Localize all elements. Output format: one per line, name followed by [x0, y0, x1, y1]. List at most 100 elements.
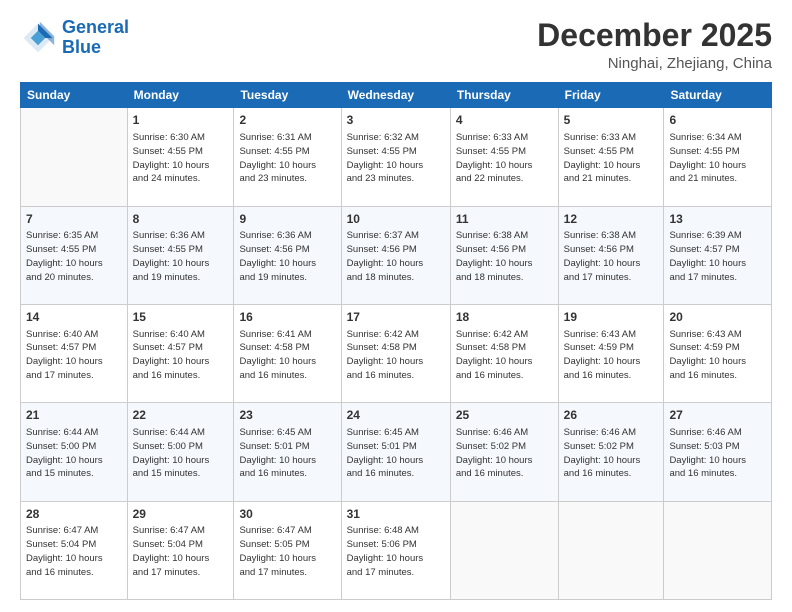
day-info: Sunrise: 6:36 AM Sunset: 4:56 PM Dayligh… — [239, 229, 335, 284]
calendar-cell: 3 Sunrise: 6:32 AM Sunset: 4:55 PM Daylig… — [341, 108, 450, 206]
calendar-cell: 13Sunrise: 6:39 AM Sunset: 4:57 PM Dayli… — [664, 206, 772, 304]
day-info: Sunrise: 6:48 AM Sunset: 5:06 PM Dayligh… — [347, 524, 445, 579]
calendar-cell: 6 Sunrise: 6:34 AM Sunset: 4:55 PM Daylig… — [664, 108, 772, 206]
day-number: 10 — [347, 211, 445, 228]
day-number: 14 — [26, 309, 122, 326]
day-info: Sunrise: 6:44 AM Sunset: 5:00 PM Dayligh… — [26, 426, 122, 481]
day-number: 23 — [239, 407, 335, 424]
weekday-header-sunday: Sunday — [21, 83, 128, 108]
day-info: Sunrise: 6:38 AM Sunset: 4:56 PM Dayligh… — [456, 229, 553, 284]
calendar-cell: 24 Sunrise: 6:45 AM Sunset: 5:01 PM Dayli… — [341, 403, 450, 501]
calendar-cell: 20 Sunrise: 6:43 AM Sunset: 4:59 PM Dayli… — [664, 304, 772, 402]
weekday-header-saturday: Saturday — [664, 83, 772, 108]
calendar-cell: 18Sunrise: 6:42 AM Sunset: 4:58 PM Dayli… — [450, 304, 558, 402]
calendar-cell: 1 Sunrise: 6:30 AM Sunset: 4:55 PM Daylig… — [127, 108, 234, 206]
day-number: 4 — [456, 112, 553, 129]
day-number: 2 — [239, 112, 335, 129]
calendar-cell: 2 Sunrise: 6:31 AM Sunset: 4:55 PM Daylig… — [234, 108, 341, 206]
calendar-cell: 4 Sunrise: 6:33 AM Sunset: 4:55 PM Daylig… — [450, 108, 558, 206]
day-info: Sunrise: 6:36 AM Sunset: 4:55 PM Dayligh… — [133, 229, 229, 284]
day-number: 31 — [347, 506, 445, 523]
day-number: 5 — [564, 112, 659, 129]
calendar-cell: 23 Sunrise: 6:45 AM Sunset: 5:01 PM Dayli… — [234, 403, 341, 501]
day-info: Sunrise: 6:41 AM Sunset: 4:58 PM Dayligh… — [239, 328, 335, 383]
day-number: 11 — [456, 211, 553, 228]
day-info: Sunrise: 6:47 AM Sunset: 5:05 PM Dayligh… — [239, 524, 335, 579]
calendar-cell: 7Sunrise: 6:35 AM Sunset: 4:55 PM Daylig… — [21, 206, 128, 304]
calendar-cell: 25 Sunrise: 6:46 AM Sunset: 5:02 PM Dayli… — [450, 403, 558, 501]
header: General Blue December 2025 Ninghai, Zhej… — [20, 18, 772, 72]
day-info: Sunrise: 6:42 AM Sunset: 4:58 PM Dayligh… — [347, 328, 445, 383]
day-number: 26 — [564, 407, 659, 424]
day-number: 7 — [26, 211, 122, 228]
calendar-cell: 29Sunrise: 6:47 AM Sunset: 5:04 PM Dayli… — [127, 501, 234, 599]
calendar-week-row: 21 Sunrise: 6:44 AM Sunset: 5:00 PM Dayli… — [21, 403, 772, 501]
day-info: Sunrise: 6:47 AM Sunset: 5:04 PM Dayligh… — [133, 524, 229, 579]
day-info: Sunrise: 6:45 AM Sunset: 5:01 PM Dayligh… — [347, 426, 445, 481]
day-number: 20 — [669, 309, 766, 326]
day-number: 19 — [564, 309, 659, 326]
day-number: 3 — [347, 112, 445, 129]
day-info: Sunrise: 6:38 AM Sunset: 4:56 PM Dayligh… — [564, 229, 659, 284]
calendar-cell: 12Sunrise: 6:38 AM Sunset: 4:56 PM Dayli… — [558, 206, 664, 304]
day-info: Sunrise: 6:47 AM Sunset: 5:04 PM Dayligh… — [26, 524, 122, 579]
calendar-cell: 27Sunrise: 6:46 AM Sunset: 5:03 PM Dayli… — [664, 403, 772, 501]
day-info: Sunrise: 6:44 AM Sunset: 5:00 PM Dayligh… — [133, 426, 229, 481]
day-info: Sunrise: 6:34 AM Sunset: 4:55 PM Dayligh… — [669, 131, 766, 186]
logo-line1: General — [62, 17, 129, 37]
calendar-cell: 16 Sunrise: 6:41 AM Sunset: 4:58 PM Dayli… — [234, 304, 341, 402]
logo-icon — [20, 20, 56, 56]
calendar-cell: 17 Sunrise: 6:42 AM Sunset: 4:58 PM Dayli… — [341, 304, 450, 402]
weekday-header-row: SundayMondayTuesdayWednesdayThursdayFrid… — [21, 83, 772, 108]
title-block: December 2025 Ninghai, Zhejiang, China — [537, 18, 772, 72]
calendar-subtitle: Ninghai, Zhejiang, China — [537, 55, 772, 72]
day-info: Sunrise: 6:43 AM Sunset: 4:59 PM Dayligh… — [669, 328, 766, 383]
calendar-cell: 8Sunrise: 6:36 AM Sunset: 4:55 PM Daylig… — [127, 206, 234, 304]
calendar-table: SundayMondayTuesdayWednesdayThursdayFrid… — [20, 82, 772, 600]
day-number: 22 — [133, 407, 229, 424]
day-info: Sunrise: 6:40 AM Sunset: 4:57 PM Dayligh… — [26, 328, 122, 383]
day-info: Sunrise: 6:45 AM Sunset: 5:01 PM Dayligh… — [239, 426, 335, 481]
calendar-cell: 30Sunrise: 6:47 AM Sunset: 5:05 PM Dayli… — [234, 501, 341, 599]
calendar-cell: 14 Sunrise: 6:40 AM Sunset: 4:57 PM Dayli… — [21, 304, 128, 402]
calendar-week-row: 7Sunrise: 6:35 AM Sunset: 4:55 PM Daylig… — [21, 206, 772, 304]
calendar-cell — [21, 108, 128, 206]
calendar-week-row: 1 Sunrise: 6:30 AM Sunset: 4:55 PM Daylig… — [21, 108, 772, 206]
calendar-title: December 2025 — [537, 18, 772, 53]
day-info: Sunrise: 6:46 AM Sunset: 5:02 PM Dayligh… — [564, 426, 659, 481]
day-info: Sunrise: 6:46 AM Sunset: 5:02 PM Dayligh… — [456, 426, 553, 481]
day-number: 6 — [669, 112, 766, 129]
day-info: Sunrise: 6:35 AM Sunset: 4:55 PM Dayligh… — [26, 229, 122, 284]
day-number: 30 — [239, 506, 335, 523]
calendar-cell — [664, 501, 772, 599]
page: General Blue December 2025 Ninghai, Zhej… — [0, 0, 792, 612]
day-number: 24 — [347, 407, 445, 424]
day-number: 21 — [26, 407, 122, 424]
day-number: 15 — [133, 309, 229, 326]
day-info: Sunrise: 6:33 AM Sunset: 4:55 PM Dayligh… — [564, 131, 659, 186]
logo: General Blue — [20, 18, 129, 58]
calendar-cell: 10Sunrise: 6:37 AM Sunset: 4:56 PM Dayli… — [341, 206, 450, 304]
day-info: Sunrise: 6:32 AM Sunset: 4:55 PM Dayligh… — [347, 131, 445, 186]
weekday-header-wednesday: Wednesday — [341, 83, 450, 108]
calendar-cell: 31Sunrise: 6:48 AM Sunset: 5:06 PM Dayli… — [341, 501, 450, 599]
calendar-cell: 26 Sunrise: 6:46 AM Sunset: 5:02 PM Dayli… — [558, 403, 664, 501]
calendar-cell — [558, 501, 664, 599]
day-info: Sunrise: 6:30 AM Sunset: 4:55 PM Dayligh… — [133, 131, 229, 186]
day-number: 17 — [347, 309, 445, 326]
day-number: 1 — [133, 112, 229, 129]
calendar-cell: 22 Sunrise: 6:44 AM Sunset: 5:00 PM Dayli… — [127, 403, 234, 501]
day-info: Sunrise: 6:40 AM Sunset: 4:57 PM Dayligh… — [133, 328, 229, 383]
day-info: Sunrise: 6:33 AM Sunset: 4:55 PM Dayligh… — [456, 131, 553, 186]
day-number: 28 — [26, 506, 122, 523]
calendar-week-row: 14 Sunrise: 6:40 AM Sunset: 4:57 PM Dayli… — [21, 304, 772, 402]
calendar-cell: 28Sunrise: 6:47 AM Sunset: 5:04 PM Dayli… — [21, 501, 128, 599]
day-number: 25 — [456, 407, 553, 424]
day-info: Sunrise: 6:31 AM Sunset: 4:55 PM Dayligh… — [239, 131, 335, 186]
calendar-cell — [450, 501, 558, 599]
day-number: 29 — [133, 506, 229, 523]
day-info: Sunrise: 6:43 AM Sunset: 4:59 PM Dayligh… — [564, 328, 659, 383]
day-number: 16 — [239, 309, 335, 326]
calendar-cell: 11Sunrise: 6:38 AM Sunset: 4:56 PM Dayli… — [450, 206, 558, 304]
logo-line2: Blue — [62, 38, 129, 58]
